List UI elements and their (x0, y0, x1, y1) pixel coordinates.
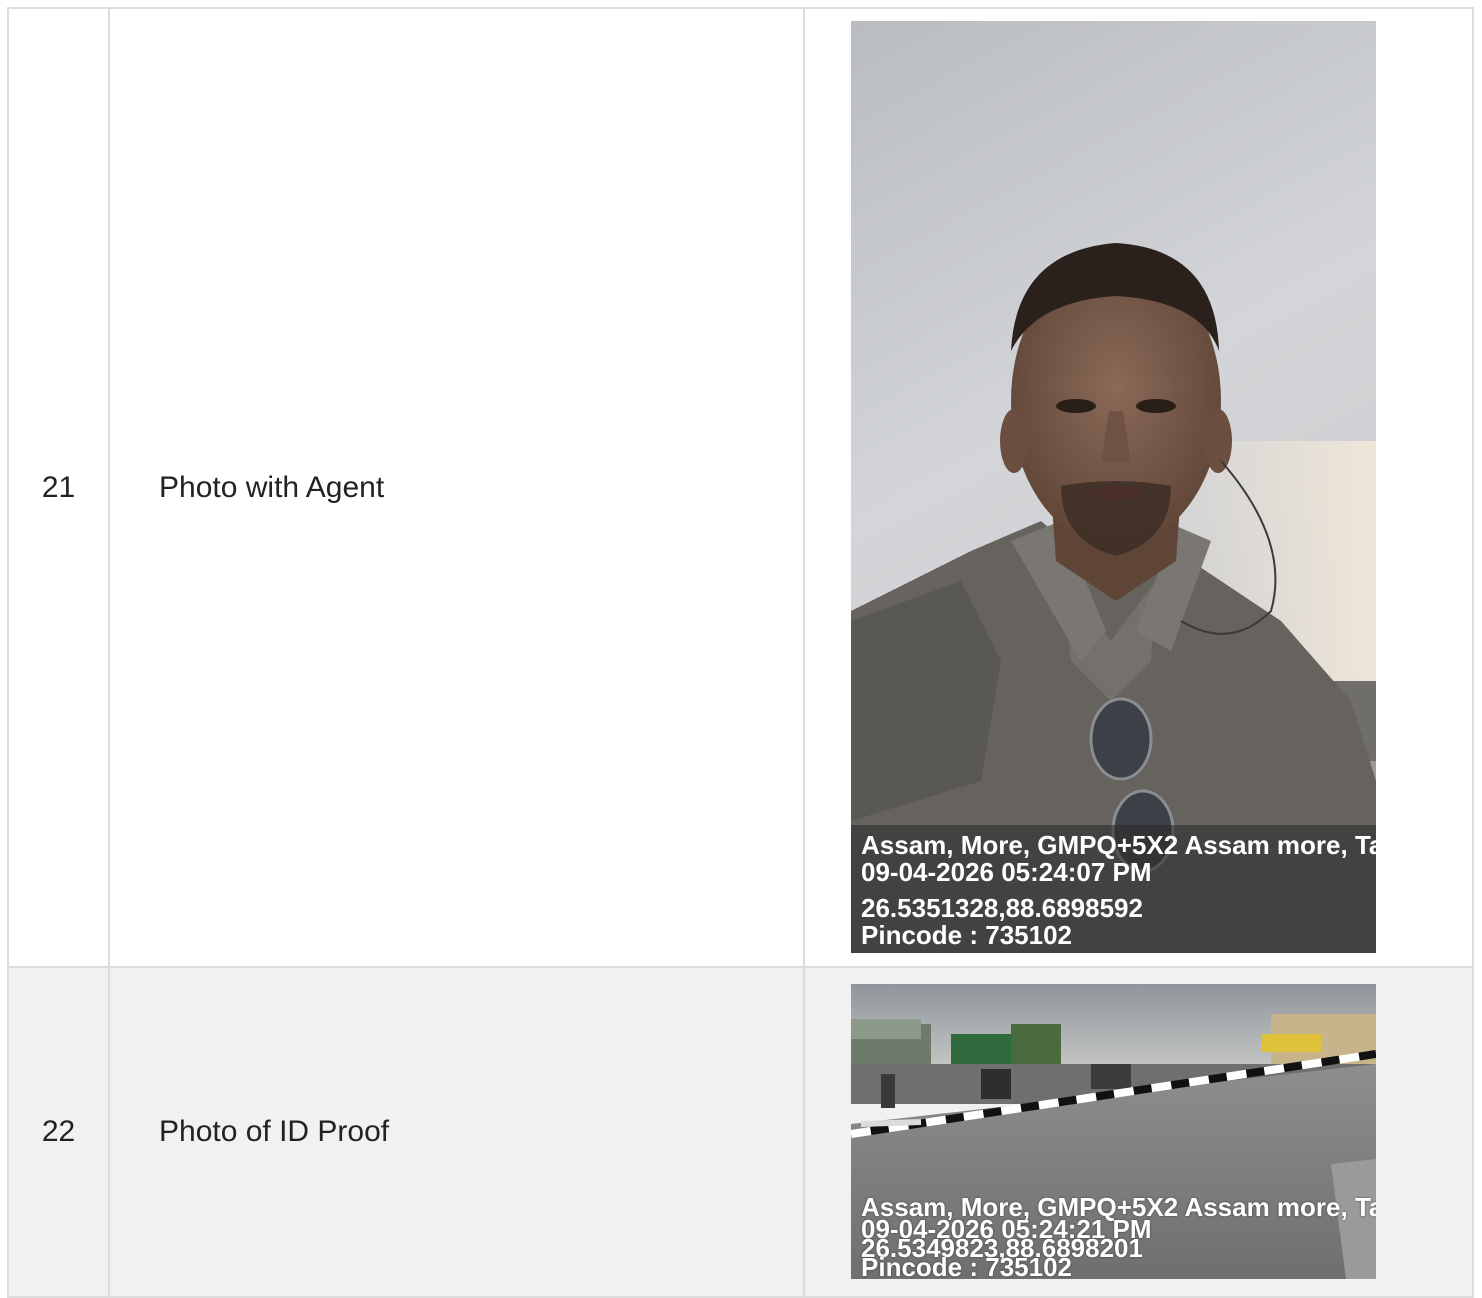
row-number: 21 (7, 7, 110, 968)
stamp-pincode: Pincode : 735102 (861, 919, 1072, 950)
table-row: 21 Photo with Agent Assam, More, GMPQ+5X… (7, 7, 1474, 968)
row-number: 22 (7, 966, 110, 1298)
stamp-coordinates: 26.5351328,88.6898592 (861, 892, 1143, 923)
row-label: Photo of ID Proof (108, 966, 805, 1298)
selfie-image (851, 20, 1376, 953)
photo-geotag-stamp: Assam, More, GMPQ+5X2 Assam more, Tara 0… (851, 1189, 1376, 1279)
agent-selfie-photo[interactable]: Assam, More, GMPQ+5X2 Assam more, Tara 0… (851, 20, 1376, 953)
photo-cell: Assam, More, GMPQ+5X2 Assam more, Tara 0… (803, 966, 1474, 1298)
stamp-datetime: 09-04-2026 05:24:07 PM (861, 856, 1152, 887)
evidence-table: 21 Photo with Agent Assam, More, GMPQ+5X… (7, 7, 1474, 1298)
photo-cell: Assam, More, GMPQ+5X2 Assam more, Tara 0… (803, 7, 1474, 968)
row-label: Photo with Agent (108, 7, 805, 968)
id-proof-photo[interactable]: Assam, More, GMPQ+5X2 Assam more, Tara 0… (851, 984, 1376, 1279)
table-row: 22 Photo of ID Proof Assam, More, GMPQ+5… (7, 966, 1474, 1298)
photo-geotag-stamp: Assam, More, GMPQ+5X2 Assam more, Tara 0… (851, 824, 1376, 953)
stamp-address: Assam, More, GMPQ+5X2 Assam more, Tara (861, 829, 1376, 860)
